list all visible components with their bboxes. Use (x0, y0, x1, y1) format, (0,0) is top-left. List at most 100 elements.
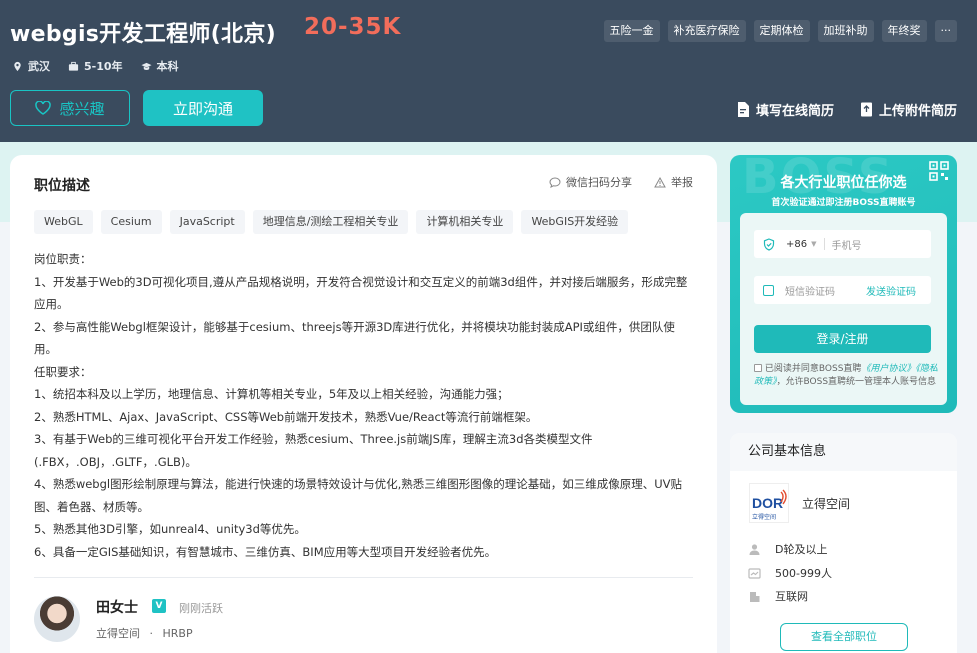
user-icon (749, 543, 760, 555)
description-line: 2、熟悉HTML、Ajax、JavaScript、CSS等Web前端开发技术，熟… (34, 409, 538, 424)
send-code-button[interactable]: 发送验证码 (866, 283, 916, 298)
benefit-tag: 补充医疗保险 (667, 20, 746, 42)
benefit-tag: 加班补助 (817, 20, 874, 42)
verified-badge-icon: V (152, 599, 166, 613)
description-line: 1、统招本科及以上学历，地理信息、计算机等相关专业，5年及以上相关经验，沟通能力… (34, 387, 509, 401)
document-edit-icon (737, 102, 749, 117)
skill-tag: JavaScript (169, 210, 245, 234)
size-text: 500-999人 (775, 567, 832, 580)
skill-tag: Cesium (100, 210, 162, 234)
login-panel: BOSS 各大行业职位任你选 首次验证通过即注册BOSS直聘账号 +86 ▼ 手… (730, 155, 957, 413)
login-title: 各大行业职位任你选 (780, 175, 907, 191)
separator: · (149, 627, 154, 640)
description-line: 4、熟悉webgl图形绘制原理与算法，能进行快速的场景特效设计与优化,熟悉三维图… (34, 477, 683, 514)
agree-suffix: ，允许BOSS直聘统一管理本人账号信息 (776, 377, 937, 387)
recruiter-company: 立得空间 (96, 627, 140, 640)
phone-input[interactable]: 手机号 (832, 237, 862, 252)
job-header: webgis开发工程师(北京) 20-35K 五险一金 补充医疗保险 定期体检 … (0, 0, 977, 142)
agreement-text: 已阅读并同意BOSS直聘《用户协议》《隐私政策》，允许BOSS直聘统一管理本人账… (754, 363, 939, 389)
company-industry: 互联网 (748, 588, 808, 604)
company-name[interactable]: 立得空间 (802, 495, 850, 512)
share-label: 微信扫码分享 (566, 176, 632, 189)
education: 本科 (140, 58, 179, 74)
sms-code-field[interactable]: 短信验证码 发送验证码 (754, 276, 931, 304)
message-icon (763, 284, 774, 296)
description-line: 岗位职责： (34, 252, 92, 266)
sms-code-input[interactable]: 短信验证码 (785, 283, 835, 298)
recruiter-company-role: 立得空间 · HRBP (96, 625, 193, 641)
education-text: 本科 (156, 60, 179, 73)
benefit-tags: 五险一金 补充医疗保险 定期体检 加班补助 年终奖 ··· (603, 20, 957, 42)
upload-file-icon (860, 102, 872, 117)
description-line: 3、有基于Web的三维可视化平台开发工作经验，熟悉cesium、Three.js… (34, 432, 593, 469)
chat-now-button[interactable]: 立即沟通 (143, 90, 263, 126)
report-label: 举报 (671, 176, 693, 189)
agree-prefix: 已阅读并同意BOSS直聘 (764, 364, 862, 374)
building-icon (750, 591, 760, 602)
wechat-share-button[interactable]: 微信扫码分享 (549, 174, 632, 190)
briefcase-icon (68, 61, 79, 71)
job-detail-card: 职位描述 微信扫码分享 举报 WebGL Cesium JavaScript 地… (10, 155, 717, 653)
report-button[interactable]: 举报 (654, 174, 693, 190)
login-form: +86 ▼ 手机号 短信验证码 发送验证码 登录/注册 已阅读并同意BOSS直聘… (740, 213, 947, 405)
benefit-tag: 年终奖 (881, 20, 927, 42)
user-agreement-link[interactable]: 《用户协议》 (861, 364, 915, 374)
people-icon (748, 567, 761, 579)
divider (34, 577, 693, 578)
company-funding: D轮及以上 (748, 541, 827, 557)
logo-text: DOR (752, 495, 783, 511)
skill-tag: WebGL (34, 210, 93, 234)
phone-field[interactable]: +86 ▼ 手机号 (754, 230, 931, 258)
online-resume-link[interactable]: 填写在线简历 (737, 100, 834, 119)
location-pin-icon (14, 61, 21, 71)
location: 武汉 (12, 58, 50, 74)
company-info-card: 公司基本信息 DOR 立得空间 立得空间 D轮及以上 500-999人 互联网 … (730, 433, 957, 653)
login-subtitle: 首次验证通过即注册BOSS直聘账号 (771, 198, 916, 208)
experience: 5-10年 (68, 58, 123, 74)
description-line: 5、熟悉其他3D引擎，如unreal4、unity3d等优先。 (34, 522, 306, 536)
online-resume-label: 填写在线简历 (755, 104, 834, 119)
interest-label: 感兴趣 (59, 99, 105, 118)
agreement-checkbox[interactable] (754, 364, 762, 372)
company-logo[interactable]: DOR 立得空间 (749, 483, 789, 523)
industry-text: 互联网 (775, 590, 808, 603)
country-code-select[interactable]: +86 (786, 239, 807, 250)
benefit-tag: 定期体检 (753, 20, 810, 42)
skill-tag: 地理信息/测绘工程相关专业 (252, 210, 409, 234)
heart-icon (35, 101, 52, 115)
warning-icon (654, 176, 666, 187)
company-size: 500-999人 (748, 565, 832, 581)
recruiter-role: HRBP (162, 627, 193, 640)
chevron-down-icon: ▼ (811, 240, 817, 248)
experience-text: 5-10年 (84, 60, 123, 73)
shield-icon (763, 237, 775, 251)
recruiter-avatar[interactable] (34, 596, 80, 642)
recruiter-active-status: 刚刚活跃 (179, 602, 223, 615)
recruiter-name: 田女士 (96, 600, 138, 616)
description-line: 任职要求： (34, 364, 92, 379)
description-line: 6、具备一定GIS基础知识，有智慧城市、三维仿真、BIM应用等大型项目开发经验者… (34, 544, 497, 559)
job-description-text: 岗位职责： 1、开发基于Web的3D可视化项目,遵从产品规格说明，开发符合视觉设… (34, 248, 694, 563)
more-benefits-button[interactable]: ··· (934, 20, 957, 42)
skill-tag: 计算机相关专业 (416, 210, 514, 234)
location-text: 武汉 (28, 60, 50, 73)
job-meta: 武汉 5-10年 本科 (12, 58, 179, 74)
description-line: 2、参与高性能Webgl框架设计，能够基于cesium、threejs等开源3D… (34, 319, 675, 357)
salary: 20-35K (304, 14, 402, 40)
phone-divider (823, 238, 825, 250)
upload-resume-link[interactable]: 上传附件简历 (860, 100, 957, 119)
view-all-jobs-button[interactable]: 查看全部职位 (780, 623, 908, 651)
login-register-button[interactable]: 登录/注册 (754, 325, 931, 353)
skill-tags: WebGL Cesium JavaScript 地理信息/测绘工程相关专业 计算… (34, 210, 629, 234)
logo-subtext: 立得空间 (752, 513, 776, 521)
job-card-actions: 微信扫码分享 举报 (549, 174, 693, 190)
interest-button[interactable]: 感兴趣 (10, 90, 130, 126)
company-info-title: 公司基本信息 (730, 433, 957, 471)
upload-resume-label: 上传附件简历 (878, 104, 957, 119)
description-line: 1、开发基于Web的3D可视化项目,遵从产品规格说明，开发符合视觉设计和交互定义… (34, 274, 688, 312)
resume-actions: 填写在线简历 上传附件简历 (737, 100, 957, 119)
chat-bubble-icon (549, 176, 561, 188)
skill-tag: WebGIS开发经验 (521, 210, 629, 234)
graduation-cap-icon (140, 62, 152, 70)
job-description-title: 职位描述 (34, 178, 90, 194)
